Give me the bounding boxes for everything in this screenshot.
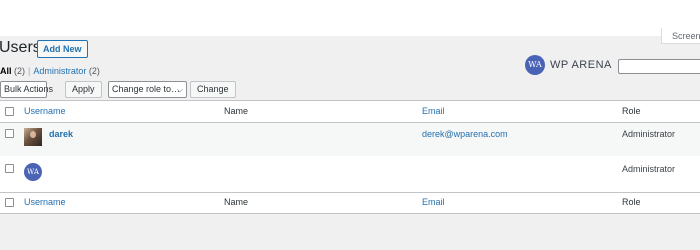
logo-text: WP ARENA [550,59,612,71]
filter-administrator[interactable]: Administrator (2) [33,66,100,76]
top-band [0,0,700,36]
column-header-name: Name [224,106,249,116]
wp-arena-logo: WA WP ARENA [525,55,612,75]
column-header-username[interactable]: Username [24,106,66,116]
table-row: darek derek@wparena.com Administrator [0,123,700,156]
chevron-down-icon: ⌵ [176,85,183,94]
user-role: Administrator [622,164,676,174]
filter-all[interactable]: All (2) [0,66,25,76]
table-row: WA Administrator [0,156,700,192]
user-avatar [24,128,42,146]
filter-all-label: All [0,66,12,76]
add-new-button[interactable]: Add New [37,40,88,58]
bulk-actions-select[interactable]: Bulk Actions ⌵ [0,81,53,98]
screen-options-tab[interactable]: Screen O [661,28,700,44]
column-footer-username[interactable]: Username [24,197,66,207]
username-link[interactable]: darek [49,129,73,139]
chevron-down-icon: ⌵ [36,85,43,94]
column-footer-role: Role [622,197,641,207]
user-avatar: WA [24,163,42,181]
bulk-actions-value: Bulk Actions [4,84,54,94]
page-title: Users [0,39,41,56]
change-role-button[interactable]: Change [190,81,236,98]
change-role-value: Change role to… [112,84,181,94]
column-header-role: Role [622,106,641,116]
select-all-checkbox[interactable] [5,107,14,116]
row-checkbox[interactable] [5,164,14,173]
filter-administrator-label: Administrator [33,66,87,76]
logo-mark: WA [525,55,545,75]
row-checkbox[interactable] [5,129,14,138]
select-all-checkbox-footer[interactable] [5,198,14,207]
user-role-filters: All (2) | Administrator (2) [0,66,100,76]
table-footer-row: Username Name Email Role [0,193,700,213]
table-header-row: Username Name Email Role [0,101,700,123]
column-header-email[interactable]: Email [422,106,445,116]
change-role-select[interactable]: Change role to… ⌵ [108,81,187,98]
column-footer-name: Name [224,197,249,207]
user-email-link[interactable]: derek@wparena.com [422,129,508,139]
search-users-input[interactable] [618,59,700,74]
column-footer-email[interactable]: Email [422,197,445,207]
user-role: Administrator [622,129,676,139]
avatar-face [30,131,36,138]
users-table: Username Name Email Role darek derek@wpa… [0,100,700,214]
filter-separator: | [28,66,31,76]
filter-all-count: (2) [14,66,26,76]
filter-administrator-count: (2) [88,66,100,76]
apply-button[interactable]: Apply [65,81,102,98]
